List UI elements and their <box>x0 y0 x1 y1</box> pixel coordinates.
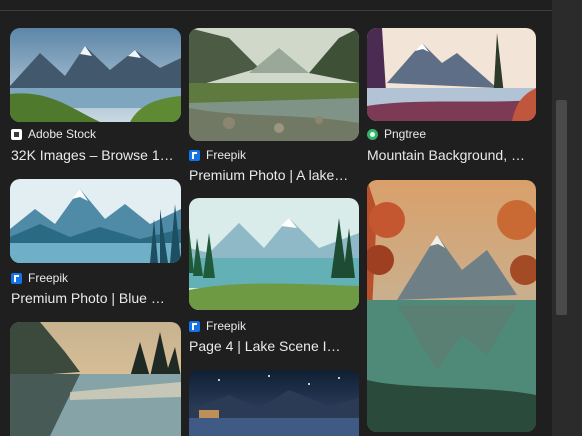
pngtree-icon <box>367 128 378 140</box>
result-source[interactable]: Freepik <box>11 271 68 285</box>
image-thumbnail[interactable] <box>189 198 359 310</box>
freepik-icon <box>189 320 200 332</box>
result-source[interactable]: Freepik <box>189 148 246 162</box>
result-title[interactable]: Premium Photo | Blue m… <box>11 290 176 306</box>
result-title[interactable]: Page 4 | Lake Scene I… <box>189 338 354 354</box>
result-source-label: Pngtree <box>384 127 427 141</box>
result-source-label: Freepik <box>206 148 247 162</box>
image-thumbnail[interactable] <box>367 180 536 432</box>
top-divider <box>0 10 552 11</box>
result-source[interactable]: Pngtree <box>367 127 426 141</box>
result-source[interactable]: Freepik <box>189 319 246 333</box>
image-thumbnail[interactable] <box>10 28 181 122</box>
scrollbar[interactable] <box>552 0 582 436</box>
image-thumbnail[interactable] <box>189 370 359 436</box>
result-source-label: Freepik <box>28 271 69 285</box>
result-source-label: Freepik <box>206 319 247 333</box>
result-title[interactable]: Mountain Background, … <box>367 147 532 163</box>
freepik-icon <box>189 149 200 161</box>
result-title[interactable]: 32K Images – Browse 13,… <box>11 147 176 163</box>
freepik-icon <box>11 272 22 284</box>
adobe-stock-icon <box>11 128 22 140</box>
image-thumbnail[interactable] <box>10 322 181 436</box>
image-thumbnail[interactable] <box>189 28 359 141</box>
result-source-label: Adobe Stock <box>28 127 97 141</box>
result-title[interactable]: Premium Photo | A lake… <box>189 167 354 183</box>
image-thumbnail[interactable] <box>367 28 536 121</box>
scrollbar-thumb[interactable] <box>556 100 567 315</box>
result-source[interactable]: Adobe Stock <box>11 127 96 141</box>
image-thumbnail[interactable] <box>10 179 181 263</box>
